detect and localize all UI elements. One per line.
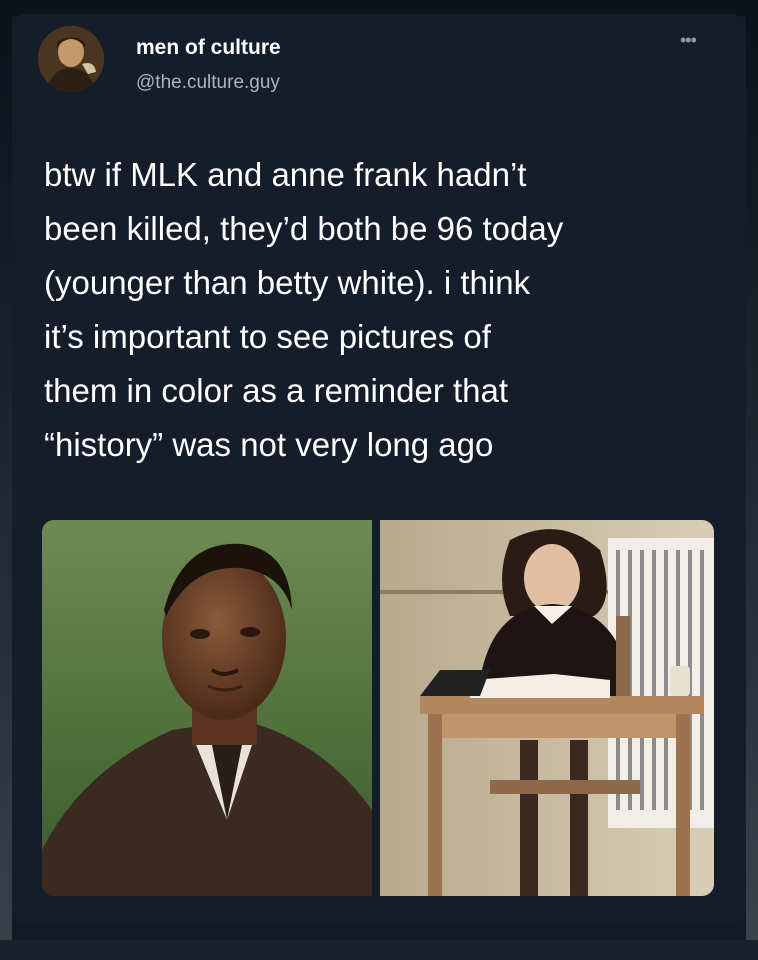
avatar[interactable] [38, 26, 104, 92]
more-options-icon[interactable]: ••• [680, 30, 697, 51]
phone-frame-left [0, 0, 12, 960]
phone-frame-bottom [0, 940, 758, 960]
tweet-text-line: them in color as a reminder that [44, 372, 509, 409]
media-image-mlk[interactable] [42, 520, 372, 896]
tweet-text-line: “history” was not very long ago [44, 426, 494, 463]
tweet-text-line: btw if MLK and anne frank hadn’t [44, 156, 527, 193]
tweet-text-line: it’s important to see pictures of [44, 318, 491, 355]
media-grid[interactable] [42, 520, 714, 896]
tweet-text-line: (younger than betty white). i think [44, 264, 531, 301]
display-name[interactable]: men of culture [136, 36, 281, 60]
tweet-text: btw if MLK and anne frank hadn’t been ki… [44, 148, 724, 472]
media-divider [372, 520, 380, 896]
tweet-text-line: been killed, they’d both be 96 today [44, 210, 564, 247]
handle[interactable]: @the.culture.guy [136, 72, 280, 94]
phone-frame-right [746, 0, 758, 960]
media-image-anne-frank[interactable] [380, 520, 714, 896]
